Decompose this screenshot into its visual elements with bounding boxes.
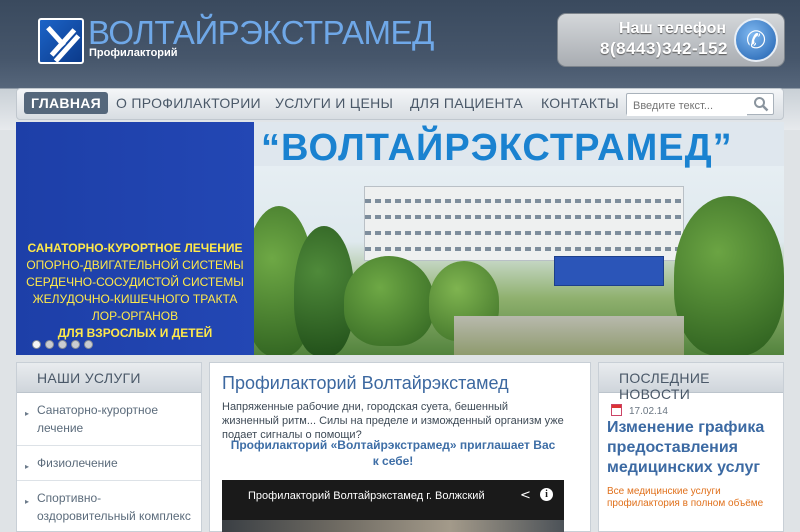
service-item[interactable]: ▸ Спортивно-оздоровительный комплекс xyxy=(17,481,201,532)
video-player[interactable]: Профилакторий Волтайрэкстамед г. Волжски… xyxy=(222,480,564,532)
search-input[interactable] xyxy=(627,96,747,116)
slider-dot[interactable] xyxy=(84,340,93,349)
services-panel: НАШИ УСЛУГИ ▸ Санаторно-курортное лечени… xyxy=(16,362,202,532)
news-heading: ПОСЛЕДНИЕ НОВОСТИ xyxy=(599,363,783,402)
banner-line: САНАТОРНО-КУРОРТНОЕ ЛЕЧЕНИЕ xyxy=(27,241,243,255)
nav-item-about[interactable]: О ПРОФИЛАКТОРИИ xyxy=(116,95,261,111)
phone-number: 8(8443)342-152 xyxy=(600,39,728,58)
nav-item-contacts[interactable]: КОНТАКТЫ xyxy=(541,95,619,111)
video-thumbnail xyxy=(222,520,564,532)
nav-item-services[interactable]: УСЛУГИ И ЦЕНЫ xyxy=(275,95,393,111)
phone-box: Наш телефон 8(8443)342-152 ✆ xyxy=(557,13,785,67)
sanatorium-photo xyxy=(254,166,784,355)
bullet-icon: ▸ xyxy=(25,409,30,418)
hero-banner: “ВОЛТАЙРЭКСТРАМЕД” САНАТОРНО-КУРОРТНОЕ Л… xyxy=(16,122,784,355)
phone-label: Наш телефон xyxy=(618,20,726,37)
service-item-label: Спортивно-оздоровительный комплекс xyxy=(37,491,191,523)
banner-line: ОПОРНО-ДВИГАТЕЛЬНОЙ СИСТЕМЫ xyxy=(26,258,244,272)
services-heading: НАШИ УСЛУГИ xyxy=(17,363,201,393)
nav-item-home[interactable]: ГЛАВНАЯ xyxy=(24,92,109,114)
phone-handset-icon: ✆ xyxy=(734,18,778,62)
news-panel: ПОСЛЕДНИЕ НОВОСТИ 17.02.14 Изменение гра… xyxy=(598,362,784,532)
bullet-icon: ▸ xyxy=(25,497,30,506)
main-nav: ГЛАВНАЯ О ПРОФИЛАКТОРИИ УСЛУГИ И ЦЕНЫ ДЛ… xyxy=(16,88,784,120)
banner-line: ЖЕЛУДОЧНО-КИШЕЧНОГО ТРАКТА xyxy=(32,292,238,306)
banner-line: СЕРДЕЧНО-СОСУДИСТОЙ СИСТЕМЫ xyxy=(26,275,244,289)
video-title[interactable]: Профилакторий Волтайрэкстамед г. Волжски… xyxy=(248,490,485,502)
service-item[interactable]: ▸ Физиолечение xyxy=(17,446,201,481)
service-item[interactable]: ▸ Санаторно-курортное лечение xyxy=(17,393,201,446)
news-title[interactable]: Изменение графика предоставления медицин… xyxy=(607,418,775,478)
slider-dot[interactable] xyxy=(58,340,67,349)
invite-text: Профилакторий «Волтайрэкстрамед» приглаш… xyxy=(230,438,556,468)
slider-dot[interactable] xyxy=(71,340,80,349)
page-title: Профилакторий Волтайрэкстамед xyxy=(222,373,509,393)
banner-lines: САНАТОРНО-КУРОРТНОЕ ЛЕЧЕНИЕ ОПОРНО-ДВИГА… xyxy=(16,240,254,342)
magnifier-icon[interactable] xyxy=(753,96,769,112)
service-item-label: Физиолечение xyxy=(37,456,118,470)
service-item-label: Санаторно-курортное лечение xyxy=(37,403,158,435)
slider-dot[interactable] xyxy=(32,340,41,349)
info-icon[interactable]: i xyxy=(540,488,553,501)
search-box xyxy=(626,93,774,116)
news-date: 17.02.14 xyxy=(629,406,668,417)
calendar-icon xyxy=(611,404,622,416)
brand-subtitle: Профилакторий xyxy=(89,47,178,59)
nav-item-patients[interactable]: ДЛЯ ПАЦИЕНТА xyxy=(410,95,523,111)
bullet-icon: ▸ xyxy=(25,462,30,471)
banner-heading: “ВОЛТАЙРЭКСТРАМЕД” xyxy=(261,127,733,169)
slider-dots xyxy=(32,334,97,353)
news-excerpt: Все медицинские услуги профилактория в п… xyxy=(607,486,764,509)
slider-dot[interactable] xyxy=(45,340,54,349)
main-content: Профилакторий Волтайрэкстамед Напряженны… xyxy=(209,362,591,532)
intro-text: Напряженные рабочие дни, городская суета… xyxy=(222,401,564,441)
hand-logo-icon[interactable] xyxy=(38,18,84,64)
share-icon[interactable]: < xyxy=(520,488,531,503)
banner-line: ЛОР-ОРГАНОВ xyxy=(91,309,179,323)
